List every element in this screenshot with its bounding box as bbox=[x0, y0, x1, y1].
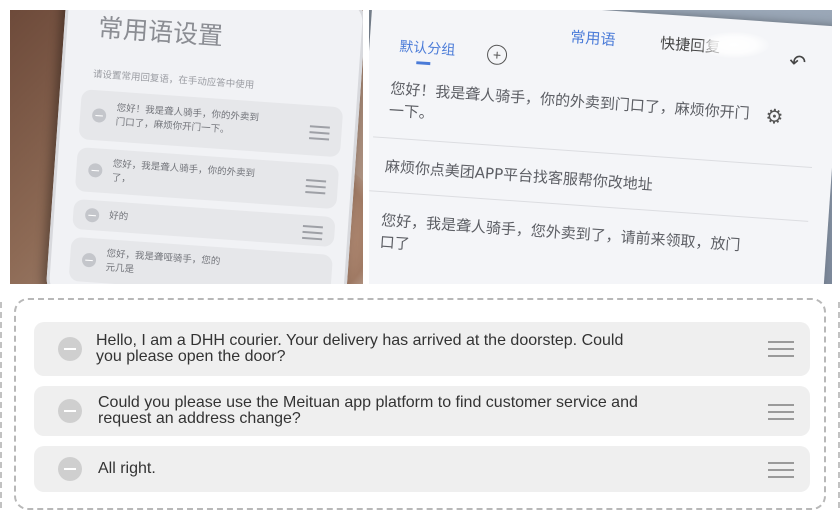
phrase-item[interactable]: All right. bbox=[34, 446, 810, 492]
phrase-line: 好的 bbox=[108, 210, 129, 223]
phrase-item[interactable]: Could you please use the Meituan app pla… bbox=[34, 386, 810, 436]
remove-icon[interactable]: − bbox=[84, 207, 100, 223]
photo-strip: 常用语设置 请设置常用回复语，在手动应答中使用 − 您好！我是聋人骑手，你的外卖… bbox=[10, 10, 832, 284]
remove-phrase-icon[interactable] bbox=[58, 337, 82, 361]
phrase-text: Hello, I am a DHH courier. Your delivery… bbox=[96, 333, 716, 365]
settings-hint: 请设置常用回复语，在手动应答中使用 bbox=[92, 68, 255, 92]
phrase-text: Could you please use the Meituan app pla… bbox=[98, 395, 718, 427]
tab-common-phrases[interactable]: 常用语 bbox=[570, 26, 616, 50]
drag-handle-icon[interactable] bbox=[305, 179, 327, 198]
drag-handle-icon[interactable] bbox=[768, 404, 794, 425]
reply-phrase[interactable]: 您好！我是聋人骑手，你的外卖到门口了，麻烦你开门 一下。 bbox=[388, 77, 790, 149]
phrase-text: All right. bbox=[98, 461, 718, 477]
drag-handle-icon[interactable] bbox=[302, 224, 323, 244]
remove-phrase-icon[interactable] bbox=[58, 399, 82, 423]
remove-phrase-icon[interactable] bbox=[58, 457, 82, 481]
light-glare bbox=[699, 32, 769, 58]
phrase-card[interactable]: − 您好！我是聋人骑手，你的外卖到 门口了，麻烦你开门一下。 bbox=[78, 89, 344, 158]
drag-handle-icon[interactable] bbox=[768, 462, 794, 483]
drag-handle-icon[interactable] bbox=[768, 341, 794, 362]
remove-icon[interactable]: − bbox=[87, 162, 103, 178]
quick-reply-photo: 常用语 快捷回复 默认分组 + ↶ ⚙ 您好！我是聋人骑手，你的外卖到门口了，麻… bbox=[369, 10, 832, 284]
phrase-text-line: Hello, I am a DHH courier. Your delivery… bbox=[96, 332, 624, 349]
settings-title: 常用语设置 bbox=[97, 13, 224, 51]
phrase-card[interactable]: − 您好，我是聋人骑手，你的外卖到 了， bbox=[74, 147, 340, 210]
phrase-text-line: Could you please use the Meituan app pla… bbox=[98, 394, 638, 411]
tab-indicator bbox=[416, 61, 431, 66]
phrase-text-line: you please open the door? bbox=[96, 348, 286, 365]
panel-edge-right bbox=[824, 302, 840, 508]
phone-screen-settings: 常用语设置 请设置常用回复语，在手动应答中使用 − 您好！我是聋人骑手，你的外卖… bbox=[45, 10, 363, 284]
phrase-item[interactable]: Hello, I am a DHH courier. Your delivery… bbox=[34, 322, 810, 376]
phrase-text-line: request an address change? bbox=[98, 410, 301, 427]
add-group-icon[interactable]: + bbox=[486, 44, 508, 66]
reply-phrase[interactable]: 您好，我是聋人骑手，您外卖到了，请前来领取，放门 口了 bbox=[379, 209, 801, 282]
remove-icon[interactable]: − bbox=[81, 252, 97, 268]
group-default-tab[interactable]: 默认分组 bbox=[399, 36, 456, 60]
phrase-settings-photo: 常用语设置 请设置常用回复语，在手动应答中使用 − 您好！我是聋人骑手，你的外卖… bbox=[10, 10, 363, 284]
drag-handle-icon[interactable] bbox=[309, 125, 330, 144]
remove-icon[interactable]: − bbox=[91, 107, 107, 123]
phrase-text-line: All right. bbox=[98, 460, 156, 477]
back-arrow-icon[interactable]: ↶ bbox=[788, 49, 806, 75]
